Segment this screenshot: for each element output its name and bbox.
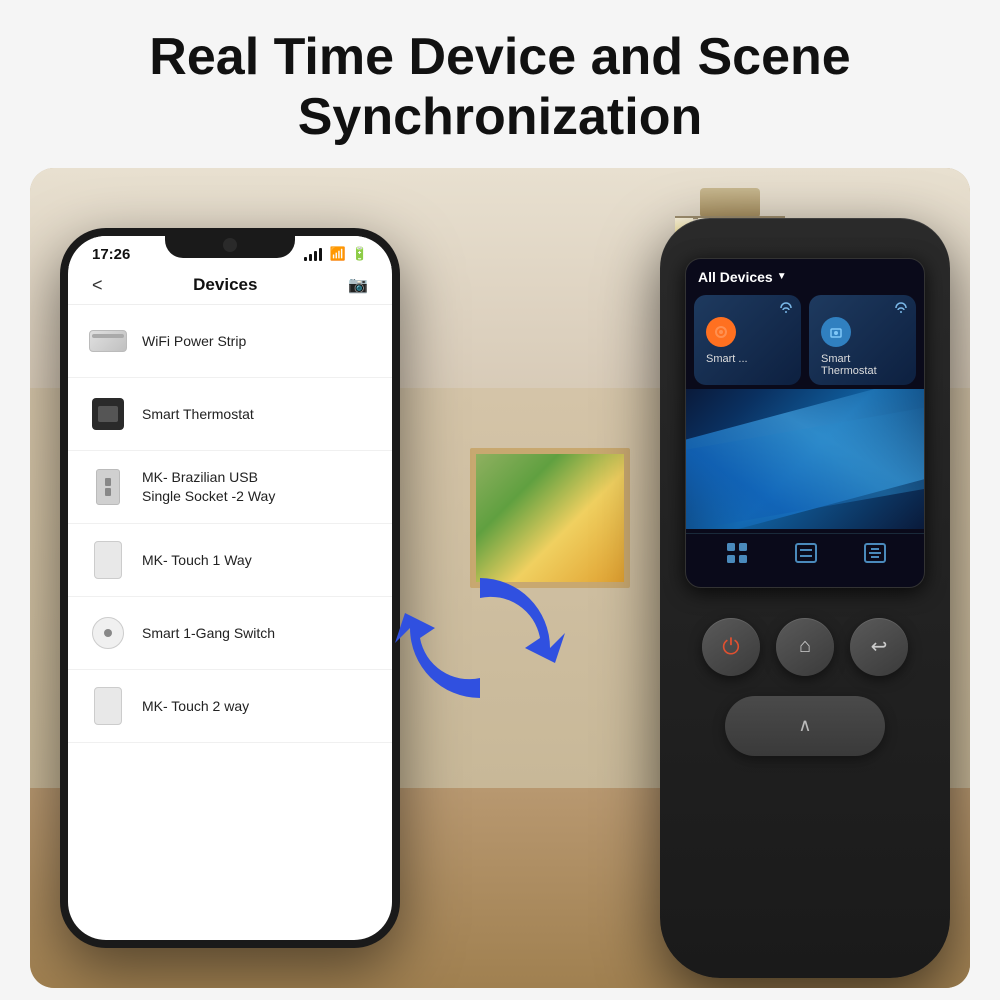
remote-all-devices-label: All Devices	[698, 269, 773, 285]
phone-device-list: WiFi Power Strip Smart Thermostat MK- Br…	[68, 305, 392, 743]
list-item[interactable]: MK- Touch 2 way	[68, 670, 392, 743]
remote-card-left[interactable]: Smart ...	[694, 295, 801, 385]
remote-card-icon-orange	[706, 317, 736, 347]
remote-device-cards: Smart ...	[686, 291, 924, 389]
main-content-area: 17:26 📶 🔋 < Devices 📷	[30, 168, 970, 988]
back-button[interactable]: ↩	[850, 618, 908, 676]
remote-card-link-icon-right	[894, 301, 908, 318]
page-title: Real Time Device and Scene Synchronizati…	[60, 28, 940, 148]
remote-nav-grid-icon[interactable]	[726, 542, 748, 570]
power-icon: ⏻	[722, 634, 739, 660]
remote-device: All Devices ▼	[660, 218, 950, 978]
device-label-mk-socket: MK- Brazilian USBSingle Socket -2 Way	[142, 468, 275, 504]
power-button[interactable]: ⏻	[702, 618, 760, 676]
wifi-icon: 📶	[330, 246, 346, 262]
remote-screen-header: All Devices ▼	[686, 259, 924, 291]
device-label-mk-touch2: MK- Touch 2 way	[142, 697, 249, 715]
scan-icon[interactable]: 📷	[348, 275, 368, 295]
device-label-mk-touch1: MK- Touch 1 Way	[142, 551, 252, 569]
battery-icon: 🔋	[352, 246, 368, 262]
dropdown-arrow-icon[interactable]: ▼	[777, 271, 787, 282]
nav-title: Devices	[193, 275, 257, 295]
remote-nav-list-icon[interactable]	[795, 542, 817, 570]
list-item[interactable]: WiFi Power Strip	[68, 305, 392, 378]
back-icon[interactable]: <	[92, 275, 103, 296]
device-icon-touch1	[88, 540, 128, 580]
remote-screen-wave-bg	[686, 389, 924, 529]
remote-card-right[interactable]: SmartThermostat	[809, 295, 916, 385]
phone-nav-bar: < Devices 📷	[68, 267, 392, 305]
remote-card-link-icon-left	[779, 301, 793, 318]
device-icon-wifi-strip	[88, 321, 128, 361]
page-header: Real Time Device and Scene Synchronizati…	[0, 0, 1000, 168]
phone-device: 17:26 📶 🔋 < Devices 📷	[60, 228, 400, 948]
remote-card-icon-blue	[821, 317, 851, 347]
list-item[interactable]: MK- Brazilian USBSingle Socket -2 Way	[68, 451, 392, 524]
phone-camera	[223, 238, 237, 252]
device-icon-touch2	[88, 686, 128, 726]
device-icon-socket	[88, 467, 128, 507]
remote-card-label-left: Smart ...	[702, 353, 793, 365]
device-label-smart-switch: Smart 1-Gang Switch	[142, 624, 275, 642]
signal-icon	[304, 248, 322, 261]
home-icon: ⌂	[799, 635, 811, 658]
remote-buttons-row: ⏻ ⌂ ↩	[702, 618, 908, 676]
home-button[interactable]: ⌂	[776, 618, 834, 676]
list-item[interactable]: MK- Touch 1 Way	[68, 524, 392, 597]
phone-time: 17:26	[92, 246, 130, 263]
remote-card-label-right: SmartThermostat	[817, 353, 908, 377]
device-icon-switch	[88, 613, 128, 653]
phone-status-icons: 📶 🔋	[304, 246, 368, 262]
list-item[interactable]: Smart Thermostat	[68, 378, 392, 451]
sync-icon	[380, 558, 580, 718]
device-icon-thermostat	[88, 394, 128, 434]
remote-screen: All Devices ▼	[685, 258, 925, 588]
list-item[interactable]: Smart 1-Gang Switch	[68, 597, 392, 670]
back-arrow-icon: ↩	[871, 634, 888, 659]
remote-nav-menu-icon[interactable]	[864, 542, 886, 570]
remote-bottom-nav	[686, 533, 925, 578]
device-label-wifi-strip: WiFi Power Strip	[142, 332, 246, 350]
phone-screen: 17:26 📶 🔋 < Devices 📷	[68, 236, 392, 940]
device-label-smart-thermostat: Smart Thermostat	[142, 405, 254, 423]
remote-scroll-wheel[interactable]: ∧	[725, 696, 885, 756]
scroll-up-icon: ∧	[798, 715, 811, 736]
